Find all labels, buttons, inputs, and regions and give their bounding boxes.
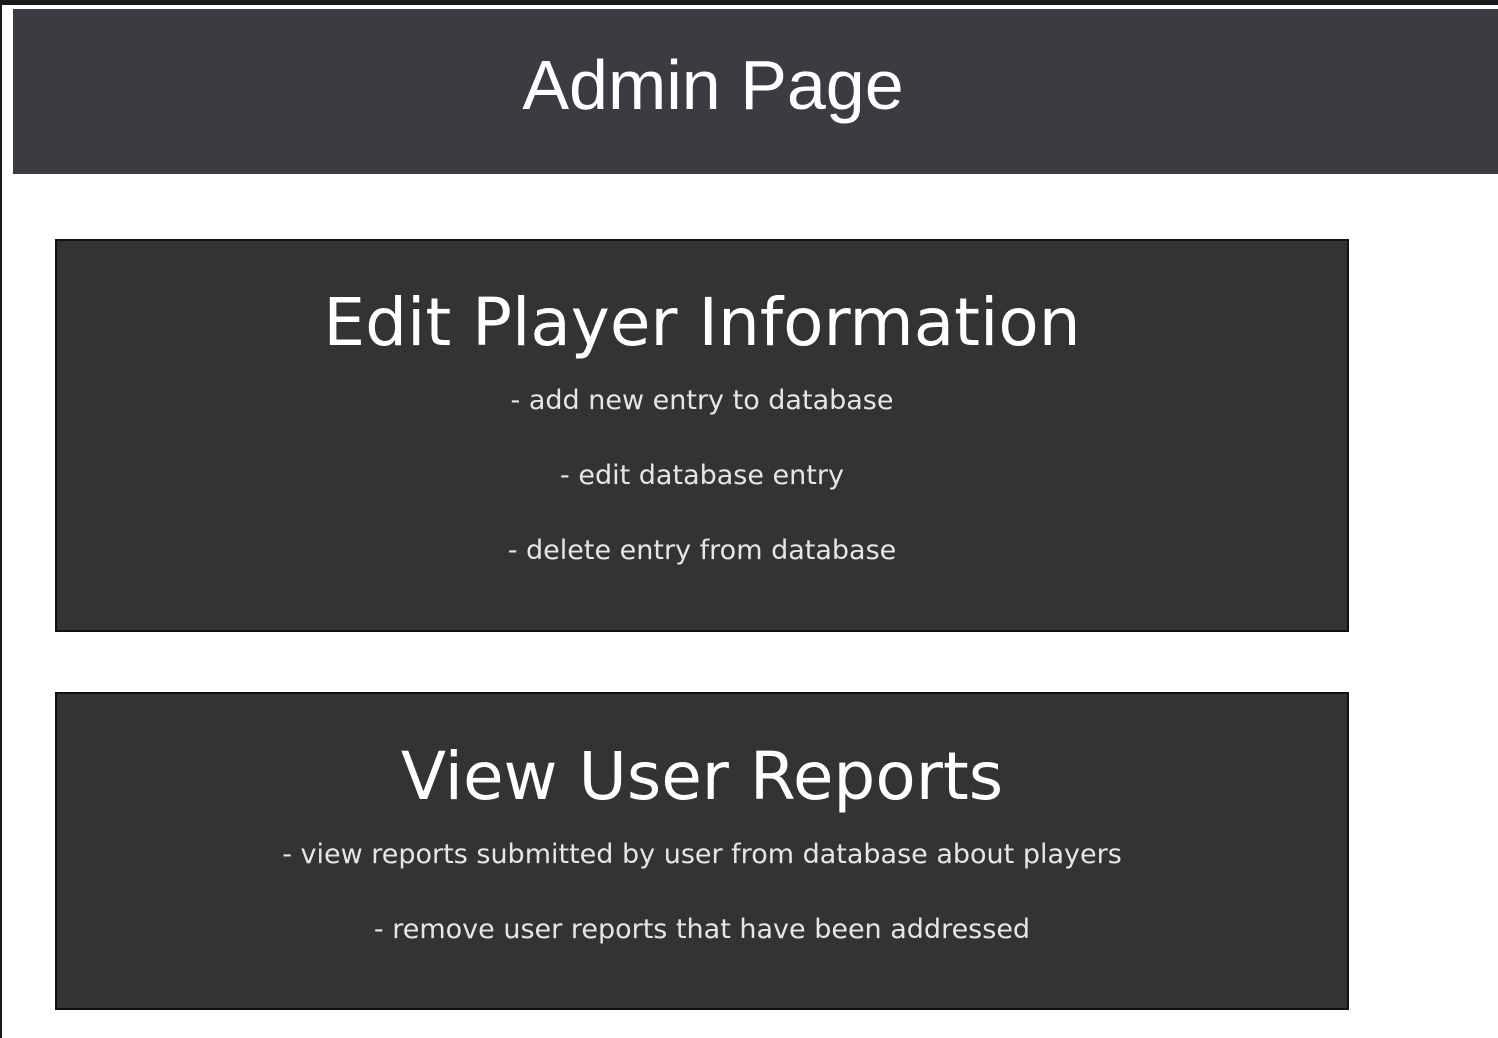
- page-title: Admin Page: [522, 46, 904, 124]
- view-user-reports-title: View User Reports: [400, 738, 1004, 815]
- feature-item-view-reports: - view reports submitted by user from da…: [282, 839, 1122, 870]
- feature-item-edit-entry: - edit database entry: [560, 460, 844, 491]
- page-header: Admin Page: [13, 9, 1498, 174]
- feature-item-delete-entry: - delete entry from database: [507, 535, 897, 566]
- feature-item-add-entry: - add new entry to database: [510, 385, 894, 416]
- feature-item-remove-reports: - remove user reports that have been add…: [373, 914, 1031, 945]
- window-left-border: [0, 0, 2, 1038]
- edit-player-information-card[interactable]: Edit Player Information - add new entry …: [55, 239, 1349, 632]
- window-top-border: [0, 0, 1498, 5]
- edit-player-information-title: Edit Player Information: [323, 284, 1081, 361]
- view-user-reports-card[interactable]: View User Reports - view reports submitt…: [55, 692, 1349, 1010]
